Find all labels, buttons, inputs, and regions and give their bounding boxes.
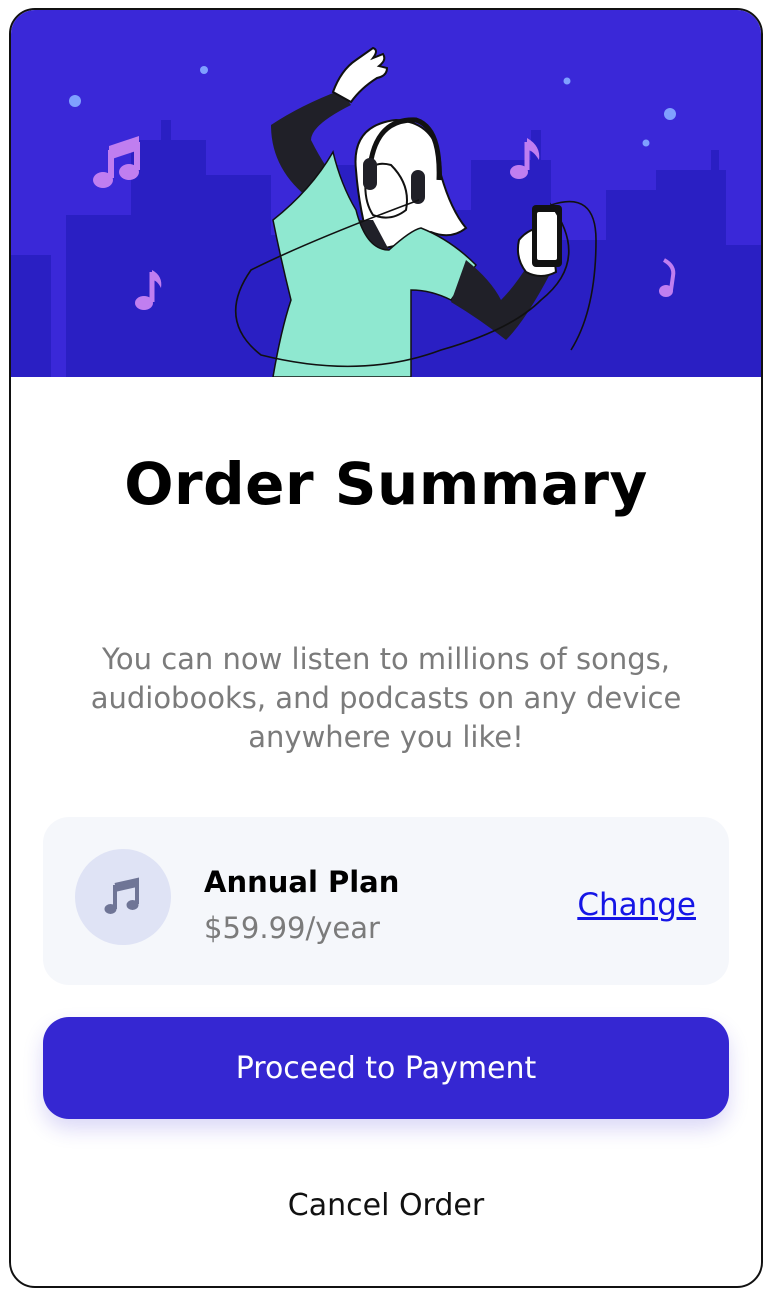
plan-summary: Annual Plan $59.99/year Change bbox=[43, 817, 729, 985]
hero-illustration bbox=[11, 10, 761, 377]
page-title: Order Summary bbox=[124, 450, 648, 518]
cancel-order-button[interactable]: Cancel Order bbox=[211, 1175, 561, 1235]
change-plan-link[interactable]: Change bbox=[577, 887, 696, 923]
proceed-to-payment-button[interactable]: Proceed to Payment bbox=[43, 1017, 729, 1119]
plan-price: $59.99/year bbox=[204, 911, 380, 945]
music-note-icon bbox=[75, 849, 171, 945]
order-description: You can now listen to millions of songs,… bbox=[90, 642, 682, 754]
order-summary-card: Order Summary You can now listen to mill… bbox=[9, 8, 763, 1288]
plan-name: Annual Plan bbox=[204, 865, 400, 899]
